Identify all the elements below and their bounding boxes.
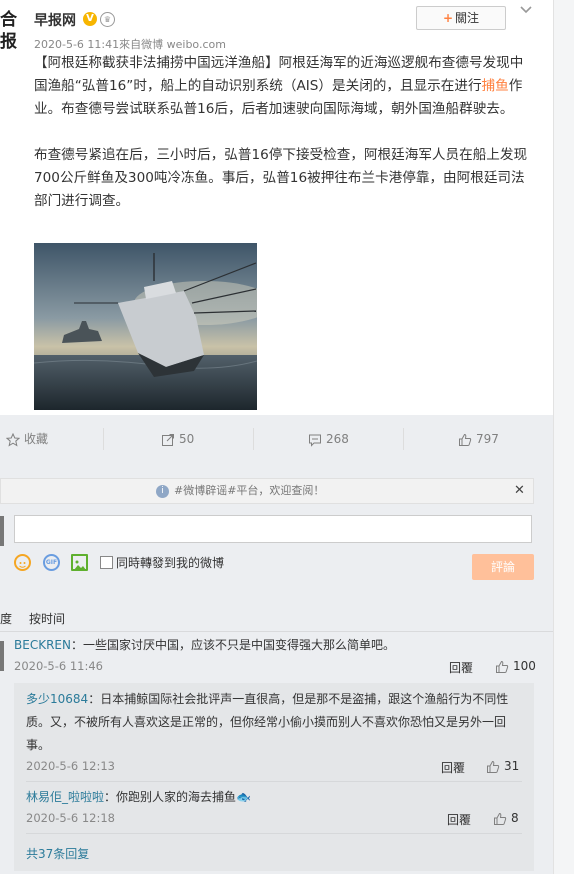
weibo-post-card: 合报 早报网 V ♛ 2020-5-6 11:41來自微博 weibo.com … bbox=[0, 0, 553, 415]
divider bbox=[26, 833, 522, 834]
author-name[interactable]: 早报网 bbox=[34, 10, 76, 30]
like-count: 797 bbox=[476, 432, 499, 446]
gif-icon[interactable]: GIF bbox=[43, 554, 60, 571]
my-avatar bbox=[0, 516, 4, 546]
reply-reply-button[interactable]: 回覆 bbox=[447, 811, 471, 828]
action-divider bbox=[403, 428, 404, 450]
favorite-button[interactable]: 收藏 bbox=[5, 425, 49, 453]
action-divider bbox=[253, 428, 254, 450]
thumbs-up-icon bbox=[459, 433, 472, 446]
favorite-label: 收藏 bbox=[24, 432, 49, 446]
reply-body: ：日本捕鲸国际社会批评声一直很高，但是那不是盗捕，跟这个渔船行为不同性质。又，不… bbox=[26, 692, 509, 752]
chevron-down-icon[interactable] bbox=[519, 3, 533, 21]
post-text-p1: 【阿根廷称截获非法捕捞中国远洋渔船】阿根廷海军的近海巡逻舰布查德号发现中国渔船“… bbox=[34, 55, 524, 94]
comment-like-count: 100 bbox=[513, 659, 536, 673]
follow-button[interactable]: + 關注 bbox=[416, 6, 506, 30]
thumbs-up-icon bbox=[494, 812, 507, 825]
sort-by-time[interactable]: 按时间 bbox=[29, 610, 65, 627]
comment-reply-button[interactable]: 回覆 bbox=[449, 659, 473, 676]
reply-like-button[interactable]: 31 bbox=[486, 759, 519, 774]
rumor-notice-banner[interactable]: i #微博辟谣#平台，欢迎查阅！ ✕ bbox=[0, 478, 534, 504]
comment-user[interactable]: BECKREN bbox=[14, 638, 71, 652]
post-actions-bar: 收藏 50 268 797 bbox=[0, 425, 553, 453]
star-icon bbox=[5, 432, 21, 447]
reply-body: ：你跑别人家的海去捕鱼🐟 bbox=[104, 790, 251, 804]
post-text-p2: 布查德号紧追在后，三小时后，弘普16停下接受检查，阿根廷海军人员在船上发现700… bbox=[34, 147, 528, 209]
comment-button[interactable]: 268 bbox=[308, 425, 349, 453]
member-crown-icon: ♛ bbox=[100, 12, 115, 27]
reply-user[interactable]: 林易佢_啦啦啦 bbox=[26, 790, 104, 804]
comment-input[interactable] bbox=[14, 515, 532, 543]
reply-like-count: 8 bbox=[511, 811, 519, 825]
reply-like-button[interactable]: 8 bbox=[493, 811, 519, 826]
reply-like-count: 31 bbox=[504, 759, 520, 773]
reply-user[interactable]: 多少10684 bbox=[26, 692, 88, 706]
emoji-icon[interactable] bbox=[14, 554, 31, 571]
avatar[interactable]: 合报 bbox=[0, 9, 22, 55]
thumbs-up-icon bbox=[496, 660, 509, 673]
repost-button[interactable]: 50 bbox=[161, 425, 194, 453]
image-icon[interactable] bbox=[71, 554, 88, 571]
comment-text: BECKREN：一些国家讨厌中国，应该不只是中国变得强大那么简单吧。 bbox=[14, 636, 395, 653]
divider bbox=[0, 631, 553, 632]
thumbs-up-icon bbox=[487, 760, 500, 773]
info-icon: i bbox=[156, 484, 169, 498]
repost-count: 50 bbox=[179, 432, 195, 446]
sort-by-hot[interactable]: 度 bbox=[0, 612, 12, 626]
comment-count: 268 bbox=[326, 432, 349, 446]
comment-body: ：一些国家讨厌中国，应该不只是中国变得强大那么简单吧。 bbox=[70, 638, 395, 652]
comment-submit-button[interactable]: 評論 bbox=[472, 554, 534, 580]
repost-checkbox[interactable] bbox=[100, 556, 113, 569]
follow-label: 關注 bbox=[455, 11, 480, 25]
reply-time: 2020-5-6 12:13 bbox=[26, 759, 115, 773]
repost-checkbox-label[interactable]: 同時轉發到我的微博 bbox=[116, 554, 224, 571]
comment-avatar[interactable] bbox=[0, 641, 4, 671]
scrollbar[interactable] bbox=[553, 0, 574, 874]
post-image[interactable] bbox=[34, 243, 257, 410]
like-button[interactable]: 797 bbox=[458, 425, 499, 453]
comment-like-button[interactable]: 100 bbox=[495, 659, 536, 674]
post-meta: 2020-5-6 11:41來自微博 weibo.com bbox=[34, 38, 226, 51]
divider bbox=[26, 781, 522, 782]
reply-thread: 多少10684：日本捕鲸国际社会批评声一直很高，但是那不是盗捕，跟这个渔船行为不… bbox=[14, 683, 534, 871]
reply-reply-button[interactable]: 回覆 bbox=[441, 759, 465, 776]
plus-icon: + bbox=[442, 11, 454, 25]
more-replies-link[interactable]: 共37条回复 bbox=[26, 845, 89, 862]
post-text: 【阿根廷称截获非法捕捞中国远洋渔船】阿根廷海军的近海巡逻舰布查德号发现中国渔船“… bbox=[34, 52, 534, 213]
reply-text: 林易佢_啦啦啦：你跑别人家的海去捕鱼🐟 bbox=[26, 786, 510, 809]
post-text-highlight[interactable]: 捕鱼 bbox=[482, 78, 509, 94]
close-icon[interactable]: ✕ bbox=[514, 479, 525, 503]
comment-sort-bar: 度 按时间 bbox=[0, 610, 65, 627]
comment-time: 2020-5-6 11:46 bbox=[14, 659, 103, 673]
verified-icon: V bbox=[83, 12, 97, 26]
notice-text[interactable]: #微博辟谣#平台，欢迎查阅！ bbox=[174, 484, 324, 497]
reply-time: 2020-5-6 12:18 bbox=[26, 811, 115, 825]
action-divider bbox=[103, 428, 104, 450]
reply-text: 多少10684：日本捕鲸国际社会批评声一直很高，但是那不是盗捕，跟这个渔船行为不… bbox=[26, 688, 510, 757]
repost-icon bbox=[162, 433, 174, 446]
comment-icon bbox=[309, 434, 321, 447]
